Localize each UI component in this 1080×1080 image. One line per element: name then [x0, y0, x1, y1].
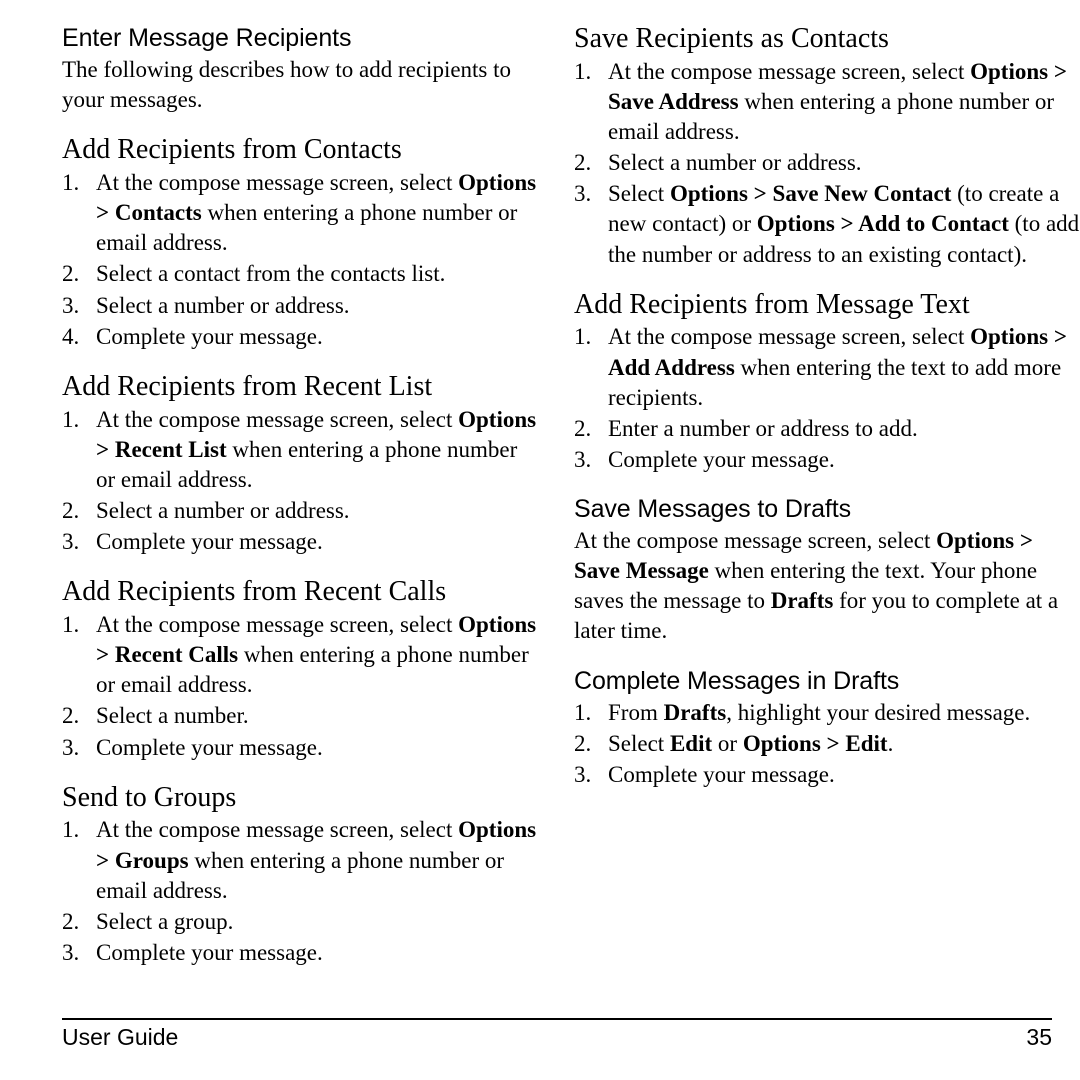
- step-item: Select Edit or Options > Edit.: [574, 729, 1080, 759]
- step-text: , highlight your desired message.: [726, 699, 1031, 725]
- step-text: Select a contact from the contacts list.: [96, 261, 446, 287]
- section: Add Recipients from Message Text At the c…: [574, 288, 1080, 475]
- step-text: Complete your message.: [96, 529, 323, 555]
- step-text: Complete your message.: [608, 761, 835, 787]
- step-text: Complete your message.: [96, 939, 323, 965]
- document-page: Enter Message Recipients The following de…: [0, 0, 1080, 1080]
- step-item: Select Options > Save New Contact (to cr…: [574, 179, 1080, 269]
- step-text: Select: [608, 181, 670, 207]
- step-text: Select a number.: [96, 703, 249, 729]
- footer-document-title: User Guide: [62, 1024, 179, 1050]
- step-emphasis: Options > Add to Contact: [756, 211, 1009, 237]
- section-heading: Add Recipients from Recent Calls: [62, 576, 447, 608]
- step-item: Select a contact from the contacts list.: [62, 259, 540, 289]
- step-text: Select a number or address.: [608, 150, 862, 176]
- step-text: At the compose message screen, select: [608, 324, 971, 350]
- step-item: At the compose message screen, select Op…: [574, 57, 1080, 147]
- step-item: At the compose message screen, select Op…: [574, 322, 1080, 412]
- step-list: From Drafts, highlight your desired mess…: [574, 698, 1080, 791]
- section: Save Messages to Drafts At the compose me…: [574, 495, 1080, 647]
- step-item: At the compose message screen, select Op…: [62, 815, 540, 905]
- step-item: From Drafts, highlight your desired mess…: [574, 698, 1080, 728]
- step-text: Select a number or address.: [96, 497, 350, 523]
- section: Add Recipients from Contacts At the compo…: [62, 134, 540, 352]
- step-item: Enter a number or address to add.: [574, 414, 1080, 444]
- step-item: Select a number or address.: [62, 496, 540, 526]
- step-item: Complete your message.: [574, 760, 1080, 790]
- step-item: At the compose message screen, select Op…: [62, 610, 540, 700]
- paragraph-text: At the compose message screen, select: [574, 528, 937, 554]
- footer-page-number: 35: [1026, 1024, 1052, 1050]
- step-emphasis: Options > Edit: [742, 730, 888, 756]
- step-text: At the compose message screen, select: [608, 58, 971, 84]
- section: Save Recipients as Contacts At the compos…: [574, 23, 1080, 270]
- step-text: or: [712, 730, 743, 756]
- step-item: At the compose message screen, select Op…: [62, 168, 540, 258]
- step-text: Select: [608, 730, 670, 756]
- right-column: Save Recipients as Contacts At the compos…: [540, 0, 1080, 1000]
- step-item: Select a number or address.: [574, 148, 1080, 178]
- step-emphasis: Options > Save New Contact: [669, 181, 952, 207]
- step-text: Complete your message.: [96, 323, 323, 349]
- section-heading: Add Recipients from Recent List: [62, 370, 433, 402]
- section-heading: Add Recipients from Contacts: [62, 134, 402, 166]
- section: Add Recipients from Recent Calls At the c…: [62, 576, 540, 763]
- step-text: At the compose message screen, select: [96, 817, 459, 843]
- page-footer: User Guide 35: [62, 1018, 1052, 1051]
- step-item: Select a number or address.: [62, 291, 540, 321]
- step-emphasis: Drafts: [663, 699, 727, 725]
- step-item: Complete your message.: [62, 733, 540, 763]
- step-text: At the compose message screen, select: [96, 170, 459, 196]
- step-text: Select a group.: [96, 908, 234, 934]
- step-list: At the compose message screen, select Op…: [62, 815, 540, 968]
- step-list: At the compose message screen, select Op…: [62, 168, 540, 352]
- step-item: Complete your message.: [62, 527, 540, 557]
- step-emphasis: Edit: [669, 730, 713, 756]
- left-column: Enter Message Recipients The following de…: [0, 0, 540, 1000]
- section-heading: Add Recipients from Message Text: [574, 288, 970, 320]
- step-text: Complete your message.: [96, 734, 323, 760]
- section: Send to Groups At the compose message scr…: [62, 781, 540, 968]
- step-text: Select a number or address.: [96, 292, 350, 318]
- section-heading: Save Messages to Drafts: [574, 495, 851, 524]
- step-list: At the compose message screen, select Op…: [574, 322, 1080, 475]
- step-text: .: [887, 730, 894, 756]
- paragraph-emphasis: Drafts: [770, 588, 834, 614]
- section: Enter Message Recipients The following de…: [62, 24, 540, 115]
- step-list: At the compose message screen, select Op…: [574, 57, 1080, 270]
- section: Add Recipients from Recent List At the co…: [62, 370, 540, 558]
- step-item: Complete your message.: [62, 938, 540, 968]
- step-text: Enter a number or address to add.: [608, 415, 918, 441]
- section-heading: Save Recipients as Contacts: [574, 23, 889, 54]
- step-item: Complete your message.: [574, 445, 1080, 475]
- step-text: From: [608, 699, 664, 725]
- section-heading: Complete Messages in Drafts: [574, 666, 900, 695]
- page-columns: Enter Message Recipients The following de…: [0, 0, 1080, 1000]
- step-item: Complete your message.: [62, 322, 540, 352]
- step-list: At the compose message screen, select Op…: [62, 405, 540, 558]
- section: Complete Messages in Drafts From Drafts, …: [574, 666, 1080, 791]
- step-item: Select a group.: [62, 907, 540, 937]
- step-text: At the compose message screen, select: [96, 406, 459, 432]
- section-heading: Send to Groups: [62, 781, 237, 813]
- step-text: Complete your message.: [608, 446, 835, 472]
- step-item: Select a number.: [62, 701, 540, 731]
- section-paragraph: The following describes how to add recip…: [62, 57, 512, 113]
- step-list: At the compose message screen, select Op…: [62, 610, 540, 763]
- section-paragraph: At the compose message screen, select Op…: [574, 526, 1080, 647]
- section-heading: Enter Message Recipients: [62, 24, 352, 52]
- step-item: At the compose message screen, select Op…: [62, 405, 540, 495]
- step-text: At the compose message screen, select: [96, 612, 459, 638]
